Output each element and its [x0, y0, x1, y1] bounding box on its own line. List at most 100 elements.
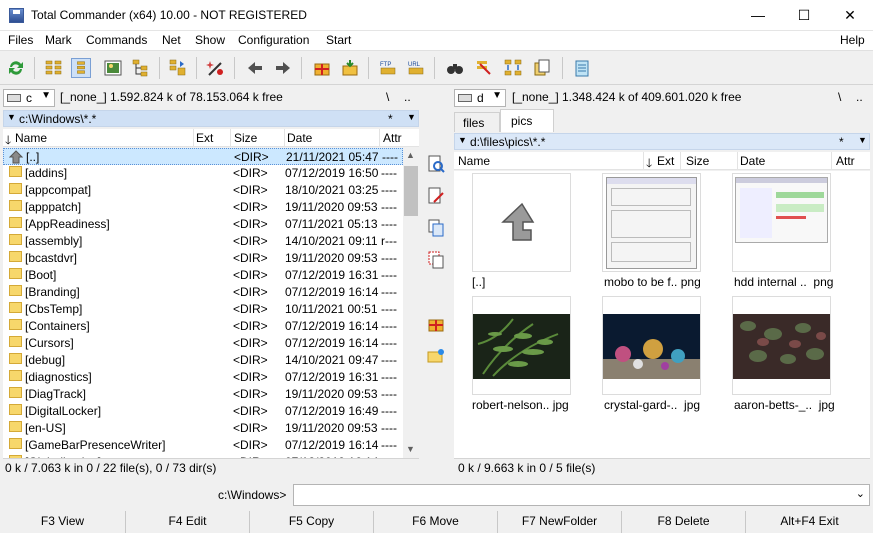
thumbnail-item[interactable] [602, 296, 701, 395]
table-row[interactable]: [CbsTemp] <DIR> 10/11/2021 00:51 ---- [3, 301, 403, 318]
thumbnail-item[interactable] [732, 296, 831, 395]
right-path-bar[interactable]: ▼ d:\files\pics\*.* * ▼ [454, 133, 870, 150]
full-view-icon[interactable] [71, 58, 91, 78]
ftp-connect-icon[interactable]: FTP [378, 58, 398, 78]
table-row[interactable]: [debug] <DIR> 14/10/2021 09:47 ---- [3, 352, 403, 369]
mark-files-icon[interactable] [206, 58, 226, 78]
left-history-dropdown[interactable]: ▼ [407, 112, 416, 122]
right-history-dropdown[interactable]: ▼ [858, 135, 867, 145]
copy-names-icon[interactable] [532, 58, 552, 78]
thumbnail-item[interactable] [602, 173, 701, 272]
thumbnail-item[interactable] [472, 173, 571, 272]
maximize-button[interactable]: ☐ [781, 0, 827, 31]
refresh-icon[interactable] [6, 58, 26, 78]
altf4-exit-button[interactable]: Alt+F4 Exit [745, 511, 873, 533]
right-thumbnail-view[interactable]: [..] mobo to be f.. png hdd internal .. … [454, 171, 870, 458]
left-scroll-thumb[interactable] [404, 166, 418, 216]
left-col-size[interactable]: Size [234, 131, 257, 145]
table-row[interactable]: [AppReadiness] <DIR> 07/11/2021 05:13 ---- [3, 216, 403, 233]
menu-configuration[interactable]: Configuration [238, 33, 309, 47]
edit-file-icon[interactable] [426, 186, 446, 206]
table-row[interactable]: [appcompat] <DIR> 18/10/2021 03:25 ---- [3, 182, 403, 199]
table-row[interactable]: [addins] <DIR> 07/12/2019 16:50 ---- [3, 165, 403, 182]
compare-dirs-icon[interactable] [168, 58, 188, 78]
move-file-icon[interactable] [426, 250, 446, 270]
tab-files[interactable]: files [454, 112, 500, 132]
f8-delete-button[interactable]: F8 Delete [621, 511, 745, 533]
left-col-ext[interactable]: Ext [196, 131, 213, 145]
menu-mark[interactable]: Mark [45, 33, 72, 47]
chevron-down-icon[interactable]: ⌄ [856, 487, 865, 500]
table-row[interactable]: [Containers] <DIR> 07/12/2019 16:14 ---- [3, 318, 403, 335]
thumbnail-view-icon[interactable] [103, 58, 123, 78]
left-col-name[interactable]: Name [15, 131, 47, 145]
table-row[interactable]: [apppatch] <DIR> 19/11/2020 09:53 ---- [3, 199, 403, 216]
table-row[interactable]: [diagnostics] <DIR> 07/12/2019 16:31 ---- [3, 369, 403, 386]
left-scrollbar[interactable]: ▲ ▼ [403, 148, 419, 458]
f5-copy-button[interactable]: F5 Copy [249, 511, 373, 533]
right-col-size[interactable]: Size [686, 154, 709, 168]
cmdline-prompt: c:\Windows> [218, 488, 287, 502]
view-file-icon[interactable] [426, 154, 446, 174]
left-file-list[interactable]: [..] <DIR> 21/11/2021 05:47 ---- [addins] <DI… [3, 148, 403, 458]
table-row[interactable]: [assembly] <DIR> 14/10/2021 09:11 r--- [3, 233, 403, 250]
left-filter-button[interactable]: * [388, 112, 393, 126]
right-col-date[interactable]: Date [740, 154, 765, 168]
close-button[interactable]: ✕ [827, 0, 873, 31]
right-col-name[interactable]: Name [458, 154, 490, 168]
menu-start[interactable]: Start [326, 33, 351, 47]
table-row[interactable]: [..] <DIR> 21/11/2021 05:47 ---- [3, 148, 403, 165]
unpack-files-icon[interactable] [340, 58, 360, 78]
multi-rename-icon[interactable] [474, 58, 494, 78]
menu-commands[interactable]: Commands [86, 33, 147, 47]
f4-edit-button[interactable]: F4 Edit [125, 511, 249, 533]
right-col-ext[interactable]: Ext [657, 154, 674, 168]
f3-view-button[interactable]: F3 View [0, 511, 125, 533]
minimize-button[interactable]: — [735, 0, 781, 31]
scroll-down-icon[interactable]: ▼ [406, 444, 415, 454]
f7-newfolder-button[interactable]: F7 NewFolder [497, 511, 621, 533]
left-col-date[interactable]: Date [287, 131, 312, 145]
forward-arrow-icon[interactable] [273, 58, 293, 78]
brief-view-icon[interactable] [44, 58, 64, 78]
left-path-bar[interactable]: ▼ c:\Windows\*.* * ▼ [3, 110, 419, 127]
find-files-binoculars-icon[interactable] [445, 58, 465, 78]
thumbnail-item[interactable] [732, 173, 831, 272]
menu-files[interactable]: Files [8, 33, 33, 47]
f6-move-button[interactable]: F6 Move [373, 511, 497, 533]
menu-show[interactable]: Show [195, 33, 225, 47]
new-folder-icon[interactable] [426, 346, 446, 366]
notepad-icon[interactable] [572, 58, 592, 78]
table-row[interactable]: [GameBarPresenceWriter] <DIR> 07/12/2019 1… [3, 437, 403, 454]
table-row[interactable]: [bcastdvr] <DIR> 19/11/2020 09:53 ---- [3, 250, 403, 267]
menu-net[interactable]: Net [162, 33, 181, 47]
menu-help[interactable]: Help [840, 33, 865, 47]
table-row[interactable]: [en-US] <DIR> 19/11/2020 09:53 ---- [3, 420, 403, 437]
table-row[interactable]: [DiagTrack] <DIR> 19/11/2020 09:53 ---- [3, 386, 403, 403]
back-arrow-icon[interactable] [245, 58, 265, 78]
right-filter-button[interactable]: * [839, 135, 844, 149]
table-row[interactable]: [DigitalLocker] <DIR> 07/12/2019 16:49 ---- [3, 403, 403, 420]
tab-pics[interactable]: pics [500, 109, 554, 132]
table-row[interactable]: [Cursors] <DIR> 07/12/2019 16:14 ---- [3, 335, 403, 352]
right-col-attr[interactable]: Attr [836, 154, 855, 168]
scroll-up-icon[interactable]: ▲ [406, 150, 415, 160]
pack-icon[interactable] [426, 314, 446, 334]
left-drive-combo[interactable]: c ▼ [3, 89, 55, 107]
table-row[interactable]: [Branding] <DIR> 07/12/2019 16:14 ---- [3, 284, 403, 301]
right-root-button[interactable]: \ [838, 90, 841, 104]
right-drive-combo[interactable]: d ▼ [454, 89, 506, 107]
sync-dirs-icon[interactable] [503, 58, 523, 78]
left-up-button[interactable]: .. [404, 90, 411, 104]
thumbnail-item[interactable] [472, 296, 571, 395]
table-row[interactable]: [Boot] <DIR> 07/12/2019 16:31 ---- [3, 267, 403, 284]
right-up-button[interactable]: .. [856, 90, 863, 104]
url-connect-icon[interactable]: URL [406, 58, 426, 78]
left-root-button[interactable]: \ [386, 90, 389, 104]
copy-file-icon[interactable] [426, 218, 446, 238]
tree-view-icon[interactable] [131, 58, 151, 78]
command-line-input[interactable]: ⌄ [293, 484, 870, 506]
cell-attr: ---- [381, 200, 397, 214]
pack-files-icon[interactable] [312, 58, 332, 78]
left-col-attr[interactable]: Attr [383, 131, 402, 145]
